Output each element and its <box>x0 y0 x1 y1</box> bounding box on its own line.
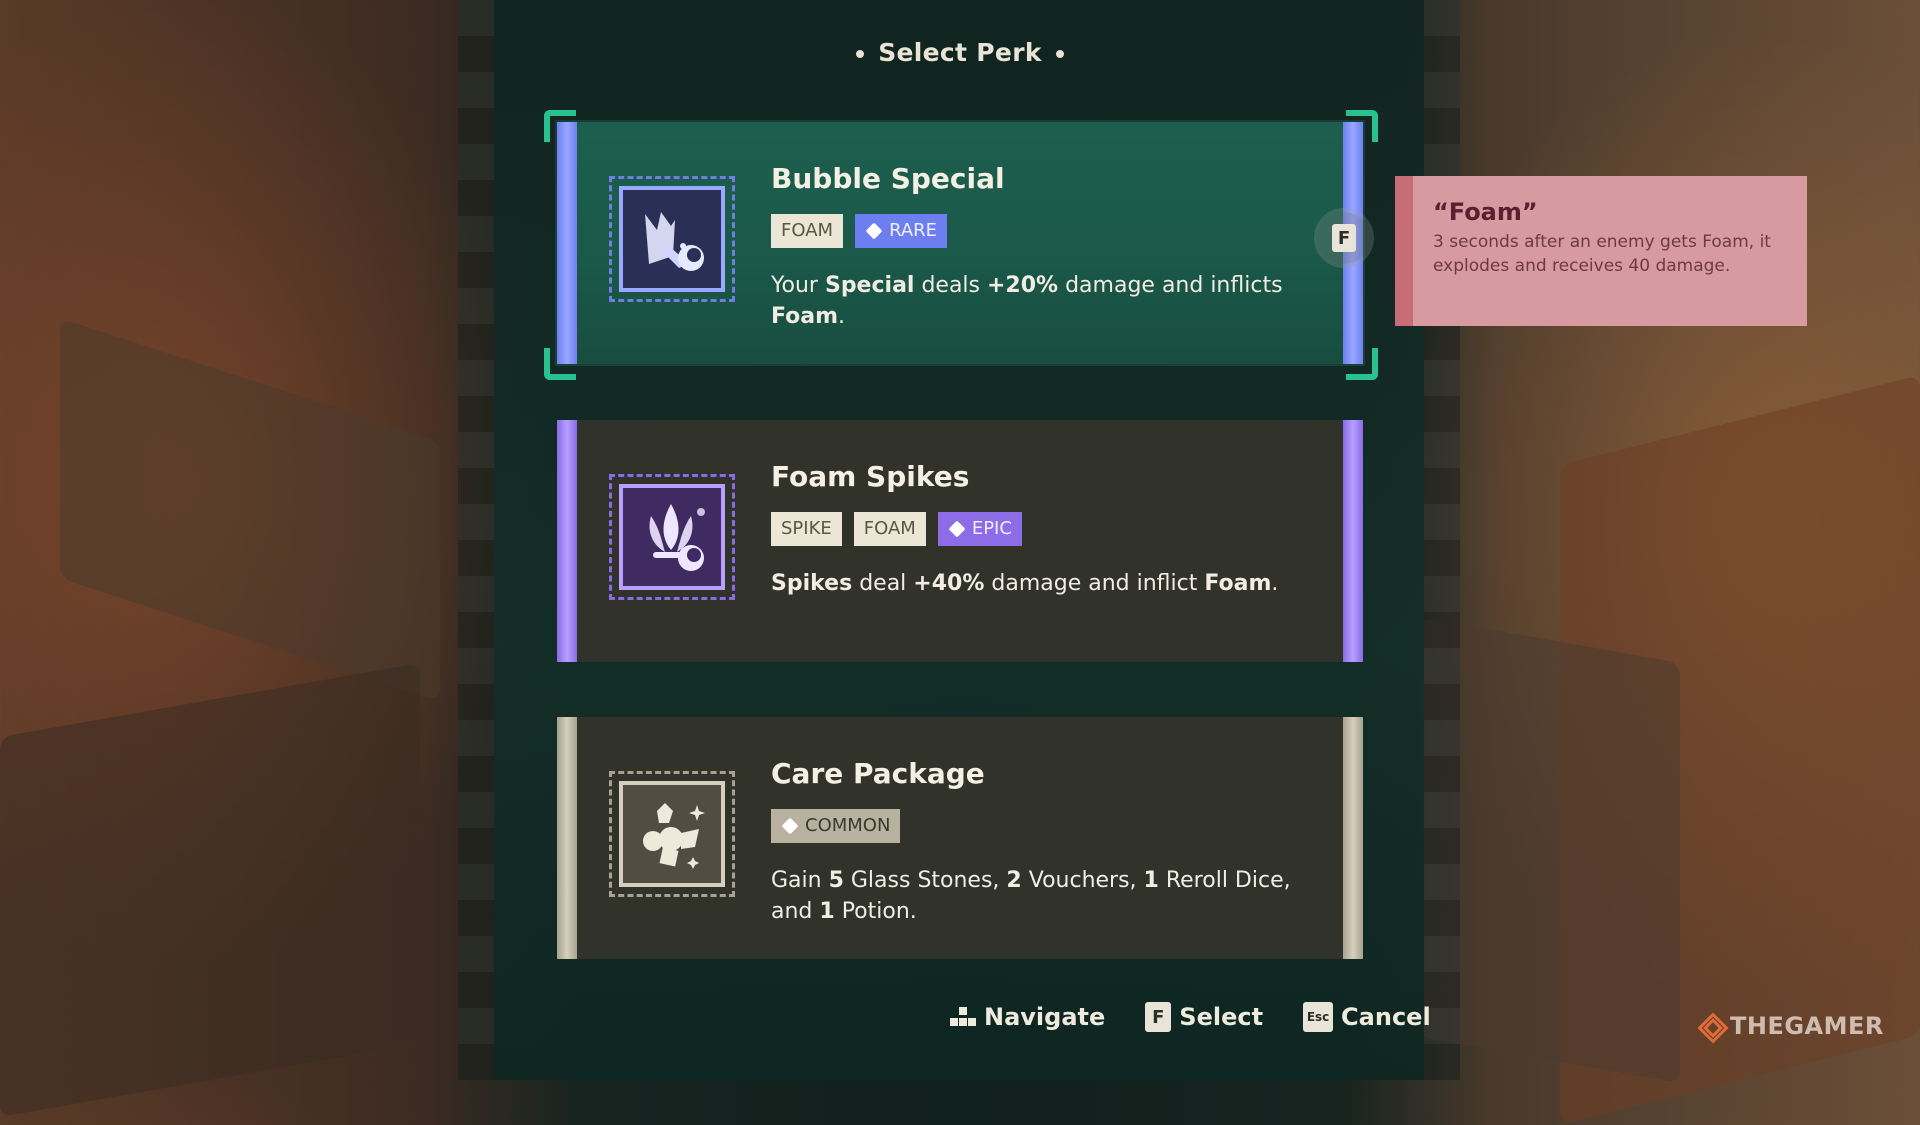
rarity-gem-icon <box>865 222 883 240</box>
thegamer-logo-icon <box>1698 1013 1724 1039</box>
card-edge <box>1343 717 1363 959</box>
select-label: Select <box>1179 1003 1264 1031</box>
perk-description: Your Special deals +20% damage and infli… <box>771 273 1283 329</box>
perk-title: Bubble Special <box>771 162 1005 195</box>
rarity-label: EPIC <box>971 518 1012 539</box>
perk-title: Care Package <box>771 757 985 790</box>
tooltip-title: “Foam” <box>1433 198 1538 226</box>
tag-foam: FOAM <box>853 512 926 546</box>
select-key-hint[interactable]: F <box>1318 212 1370 264</box>
perk-title: Foam Spikes <box>771 460 970 493</box>
watermark: THEGAMER <box>1698 1012 1884 1040</box>
rarity-badge: COMMON <box>771 809 901 843</box>
watermark-text: THEGAMER <box>1730 1012 1884 1040</box>
esc-key-icon: Esc <box>1303 1002 1334 1032</box>
background-rock <box>60 318 440 702</box>
perk-tags: SPIKE FOAM EPIC <box>771 512 1022 546</box>
foam-spikes-icon <box>609 474 735 600</box>
f-key-icon: F <box>1145 1002 1172 1032</box>
cancel-label: Cancel <box>1341 1003 1431 1031</box>
card-edge <box>1343 420 1363 662</box>
rarity-gem-icon <box>948 520 966 538</box>
select-hint[interactable]: F Select <box>1145 1002 1263 1032</box>
rarity-label: RARE <box>889 220 938 241</box>
rarity-badge: RARE <box>855 214 948 248</box>
dpad-icon <box>950 1007 976 1026</box>
care-package-icon <box>609 771 735 897</box>
perk-card-foam-spikes[interactable]: Foam Spikes SPIKE FOAM EPIC Spikes deal … <box>557 420 1363 662</box>
title-bullet-icon <box>1055 50 1064 58</box>
perk-card-care-package[interactable]: Care Package COMMON Gain 5 Glass Stones,… <box>557 717 1363 959</box>
card-edge <box>557 717 577 959</box>
title-bullet-icon <box>856 50 865 58</box>
background-rock <box>0 662 420 1118</box>
perk-card-bubble-special[interactable]: Bubble Special FOAM RARE Your Special de… <box>557 122 1363 364</box>
card-edge <box>557 420 577 662</box>
f-key-icon: F <box>1332 224 1356 252</box>
control-hints: Navigate F Select Esc Cancel <box>950 1002 1431 1032</box>
keyword-tooltip: “Foam” 3 seconds after an enemy gets Foa… <box>1395 176 1807 326</box>
perk-description: Gain 5 Glass Stones, 2 Vouchers, 1 Rerol… <box>771 868 1291 924</box>
tag-spike: SPIKE <box>771 512 842 546</box>
navigate-hint[interactable]: Navigate <box>950 1002 1105 1032</box>
perk-tags: COMMON <box>771 809 901 843</box>
card-edge <box>557 122 577 364</box>
rarity-badge: EPIC <box>937 512 1022 546</box>
navigate-label: Navigate <box>984 1003 1106 1031</box>
tag-foam: FOAM <box>771 214 844 248</box>
page-title-text: Select Perk <box>878 38 1042 67</box>
bubble-special-icon <box>609 176 735 302</box>
cancel-hint[interactable]: Esc Cancel <box>1303 1002 1431 1032</box>
perk-description: Spikes deal +40% damage and inflict Foam… <box>771 571 1279 596</box>
rarity-label: COMMON <box>805 815 891 836</box>
tooltip-body: 3 seconds after an enemy gets Foam, it e… <box>1433 232 1771 276</box>
panel-border-right <box>1424 0 1460 1080</box>
perk-tags: FOAM RARE <box>771 214 948 248</box>
rarity-gem-icon <box>781 817 799 835</box>
page-title: Select Perk <box>0 38 1920 67</box>
panel-border-left <box>458 0 494 1080</box>
